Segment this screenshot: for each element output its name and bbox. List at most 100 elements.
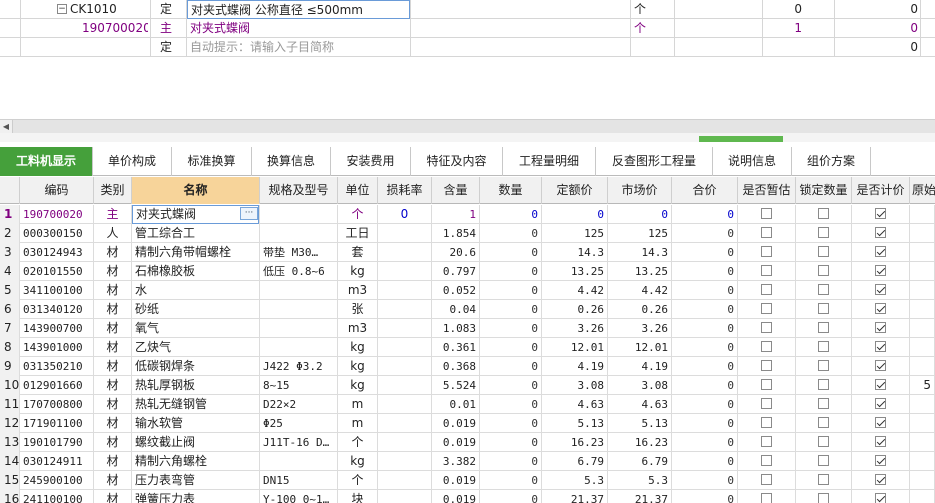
market-price-cell[interactable]: 5.3 (608, 471, 672, 490)
quota-price-cell[interactable]: 13.25 (542, 262, 608, 281)
spec-cell[interactable] (260, 224, 338, 243)
checkbox[interactable] (761, 341, 772, 352)
checkbox[interactable] (875, 227, 886, 238)
tab-install-cost[interactable]: 安装费用 (331, 147, 411, 176)
estimate-checkbox[interactable] (738, 395, 796, 414)
category-cell[interactable]: 材 (94, 357, 132, 376)
checkbox[interactable] (818, 265, 829, 276)
market-price-cell[interactable]: 4.42 (608, 281, 672, 300)
priced-checkbox[interactable] (852, 433, 910, 452)
spec-cell[interactable]: 低压 0.8~6 (260, 262, 338, 281)
code-cell[interactable]: 031350210 (20, 357, 94, 376)
original-cell[interactable] (910, 433, 935, 452)
checkbox[interactable] (875, 379, 886, 390)
table-row[interactable]: 11 170700800 材热轧无缝钢管 D22×2 m 0.01 0 4.63 4.63 0 (0, 395, 935, 414)
checkbox[interactable] (818, 379, 829, 390)
quantity-cell[interactable]: 0 (480, 300, 542, 319)
content-cell[interactable]: 0.04 (432, 300, 480, 319)
checkbox[interactable] (818, 455, 829, 466)
quota-price-cell[interactable]: 16.23 (542, 433, 608, 452)
code-cell[interactable]: 170700800 (20, 395, 94, 414)
code-cell[interactable]: 341100100 (20, 281, 94, 300)
table-row[interactable]: 15 245900100 材压力表弯管 DN15 个 0.019 0 5.3 5.3 0 (0, 471, 935, 490)
market-price-cell[interactable]: 4.19 (608, 357, 672, 376)
code-cell[interactable]: 190101790 (20, 433, 94, 452)
estimate-checkbox[interactable] (738, 300, 796, 319)
priced-checkbox[interactable] (852, 414, 910, 433)
loss-rate-cell[interactable] (378, 281, 432, 300)
category-cell[interactable]: 材 (94, 243, 132, 262)
table-row[interactable]: 2 000300150 人管工综合工 工日 1.854 0 125 125 0 (0, 224, 935, 243)
loss-rate-cell[interactable] (378, 262, 432, 281)
estimate-checkbox[interactable] (738, 414, 796, 433)
priced-checkbox[interactable] (852, 319, 910, 338)
quantity-cell[interactable]: 0 (480, 490, 542, 503)
original-cell[interactable] (910, 357, 935, 376)
content-cell[interactable]: 0.019 (432, 433, 480, 452)
content-cell[interactable]: 0.797 (432, 262, 480, 281)
table-row[interactable]: 4 020101550 材石棉橡胶板 低压 0.8~6 kg 0.797 0 13.25 13.… (0, 262, 935, 281)
total-cell[interactable]: 0 (672, 338, 738, 357)
checkbox[interactable] (761, 265, 772, 276)
market-price-cell[interactable]: 5.13 (608, 414, 672, 433)
checkbox[interactable] (875, 303, 886, 314)
content-cell[interactable]: 0.052 (432, 281, 480, 300)
priced-checkbox[interactable] (852, 205, 910, 224)
priced-checkbox[interactable] (852, 376, 910, 395)
tab-pricing-scheme[interactable]: 组价方案 (792, 147, 871, 176)
unit-cell[interactable]: kg (338, 357, 378, 376)
loss-rate-cell[interactable] (378, 243, 432, 262)
category-cell[interactable]: 材 (94, 471, 132, 490)
spec-cell[interactable]: 带垫 M30… (260, 243, 338, 262)
total-cell[interactable]: 0 (672, 319, 738, 338)
checkbox[interactable] (761, 436, 772, 447)
total-cell[interactable]: 0 (672, 490, 738, 503)
table-row[interactable]: 7 143900700 材氧气 m3 1.083 0 3.26 3.26 0 (0, 319, 935, 338)
unit-cell[interactable]: 个 (338, 471, 378, 490)
checkbox[interactable] (818, 208, 829, 219)
chevron-down-icon[interactable] (699, 136, 783, 142)
table-row[interactable]: 1 190700020 主对夹式蝶阀 ··· 个 0 1 0 0 0 0 (0, 205, 935, 224)
estimate-checkbox[interactable] (738, 490, 796, 503)
category-cell[interactable]: 材 (94, 300, 132, 319)
priced-checkbox[interactable] (852, 262, 910, 281)
ellipsis-icon[interactable]: ··· (240, 207, 258, 220)
total-cell[interactable]: 0 (672, 471, 738, 490)
checkbox[interactable] (875, 246, 886, 257)
content-cell[interactable]: 3.382 (432, 452, 480, 471)
market-price-cell[interactable]: 14.3 (608, 243, 672, 262)
auto-hint[interactable]: 自动提示：请输入子目简称 (190, 38, 408, 56)
market-price-cell[interactable]: 3.26 (608, 319, 672, 338)
table-row[interactable]: 8 143901000 材乙炔气 kg 0.361 0 12.01 12.01 0 (0, 338, 935, 357)
checkbox[interactable] (761, 398, 772, 409)
name-cell[interactable]: 管工综合工 (132, 224, 260, 243)
code-cell[interactable]: 000300150 (20, 224, 94, 243)
priced-checkbox[interactable] (852, 224, 910, 243)
checkbox[interactable] (875, 322, 886, 333)
loss-rate-cell[interactable] (378, 452, 432, 471)
total-cell[interactable]: 0 (672, 414, 738, 433)
quantity-cell[interactable]: 0 (480, 376, 542, 395)
checkbox[interactable] (761, 303, 772, 314)
horizontal-scrollbar[interactable]: ◀ (0, 119, 935, 133)
lock-quantity-checkbox[interactable] (796, 224, 852, 243)
quota-price-cell[interactable]: 5.3 (542, 471, 608, 490)
original-cell[interactable] (910, 224, 935, 243)
table-row[interactable]: 16 241100100 材弹簧压力表 Y-100 0~1… 块 0.019 0 21.37 2… (0, 490, 935, 503)
content-cell[interactable]: 0.019 (432, 471, 480, 490)
quota-price-cell[interactable]: 4.42 (542, 281, 608, 300)
name-cell[interactable]: 弹簧压力表 (132, 490, 260, 503)
checkbox[interactable] (761, 474, 772, 485)
estimate-checkbox[interactable] (738, 433, 796, 452)
unit-cell[interactable]: m (338, 414, 378, 433)
checkbox[interactable] (818, 284, 829, 295)
lock-quantity-checkbox[interactable] (796, 319, 852, 338)
table-row[interactable]: 9 031350210 材低碳钢焊条 J422 Φ3.2 kg 0.368 0 4.19 4.1… (0, 357, 935, 376)
checkbox[interactable] (761, 208, 772, 219)
spec-cell[interactable]: Φ25 (260, 414, 338, 433)
loss-rate-cell[interactable] (378, 433, 432, 452)
loss-rate-cell[interactable] (378, 338, 432, 357)
category-cell[interactable]: 材 (94, 395, 132, 414)
category-cell[interactable]: 材 (94, 433, 132, 452)
header-quota-price[interactable]: 定额价 (542, 177, 608, 204)
